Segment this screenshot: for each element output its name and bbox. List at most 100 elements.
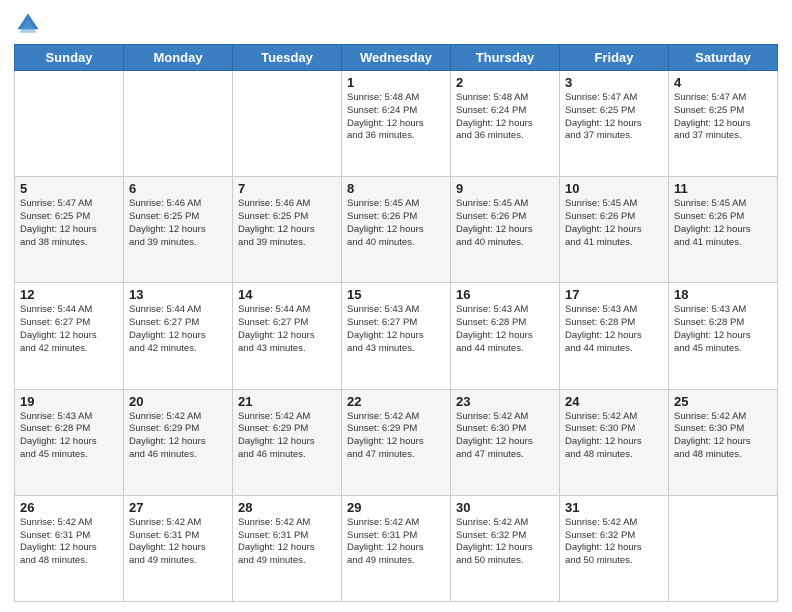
day-number: 20 — [129, 394, 227, 409]
day-info: Sunrise: 5:45 AM Sunset: 6:26 PM Dayligh… — [674, 198, 772, 249]
weekday-row: SundayMondayTuesdayWednesdayThursdayFrid… — [15, 45, 778, 71]
day-info: Sunrise: 5:42 AM Sunset: 6:29 PM Dayligh… — [129, 411, 227, 462]
day-info: Sunrise: 5:46 AM Sunset: 6:25 PM Dayligh… — [238, 198, 336, 249]
day-info: Sunrise: 5:43 AM Sunset: 6:28 PM Dayligh… — [456, 304, 554, 355]
week-row-1: 1Sunrise: 5:48 AM Sunset: 6:24 PM Daylig… — [15, 71, 778, 177]
day-info: Sunrise: 5:46 AM Sunset: 6:25 PM Dayligh… — [129, 198, 227, 249]
header — [14, 10, 778, 38]
day-number: 2 — [456, 75, 554, 90]
day-cell: 15Sunrise: 5:43 AM Sunset: 6:27 PM Dayli… — [342, 283, 451, 389]
day-cell: 4 Sunrise: 5:47 AM Sunset: 6:25 PM Daylig… — [669, 71, 778, 177]
day-cell: 11Sunrise: 5:45 AM Sunset: 6:26 PM Dayli… — [669, 177, 778, 283]
weekday-header-sunday: Sunday — [15, 45, 124, 71]
week-row-5: 26 Sunrise: 5:42 AM Sunset: 6:31 PM Dayli… — [15, 495, 778, 601]
day-cell — [15, 71, 124, 177]
day-number: 13 — [129, 287, 227, 302]
day-number: 6 — [129, 181, 227, 196]
day-info: Sunrise: 5:42 AM Sunset: 6:32 PM Dayligh… — [565, 517, 663, 568]
day-number: 9 — [456, 181, 554, 196]
weekday-header-wednesday: Wednesday — [342, 45, 451, 71]
day-info: Sunrise: 5:42 AM Sunset: 6:30 PM Dayligh… — [456, 411, 554, 462]
day-cell: 7 Sunrise: 5:46 AM Sunset: 6:25 PM Daylig… — [233, 177, 342, 283]
day-number: 23 — [456, 394, 554, 409]
day-info: Sunrise: 5:47 AM Sunset: 6:25 PM Dayligh… — [565, 92, 663, 143]
weekday-header-friday: Friday — [560, 45, 669, 71]
day-number: 30 — [456, 500, 554, 515]
calendar-body: 1Sunrise: 5:48 AM Sunset: 6:24 PM Daylig… — [15, 71, 778, 602]
day-info: Sunrise: 5:45 AM Sunset: 6:26 PM Dayligh… — [347, 198, 445, 249]
day-info: Sunrise: 5:47 AM Sunset: 6:25 PM Dayligh… — [674, 92, 772, 143]
day-cell: 23 Sunrise: 5:42 AM Sunset: 6:30 PM Dayli… — [451, 389, 560, 495]
day-number: 31 — [565, 500, 663, 515]
day-cell: 10Sunrise: 5:45 AM Sunset: 6:26 PM Dayli… — [560, 177, 669, 283]
day-number: 29 — [347, 500, 445, 515]
day-info: Sunrise: 5:42 AM Sunset: 6:30 PM Dayligh… — [674, 411, 772, 462]
day-cell: 30 Sunrise: 5:42 AM Sunset: 6:32 PM Dayli… — [451, 495, 560, 601]
day-cell: 12 Sunrise: 5:44 AM Sunset: 6:27 PM Dayli… — [15, 283, 124, 389]
day-cell: 8 Sunrise: 5:45 AM Sunset: 6:26 PM Daylig… — [342, 177, 451, 283]
week-row-4: 19 Sunrise: 5:43 AM Sunset: 6:28 PM Dayli… — [15, 389, 778, 495]
day-cell: 31 Sunrise: 5:42 AM Sunset: 6:32 PM Dayli… — [560, 495, 669, 601]
logo — [14, 10, 44, 38]
day-cell: 14 Sunrise: 5:44 AM Sunset: 6:27 PM Dayli… — [233, 283, 342, 389]
day-cell: 20 Sunrise: 5:42 AM Sunset: 6:29 PM Dayli… — [124, 389, 233, 495]
day-cell: 16 Sunrise: 5:43 AM Sunset: 6:28 PM Dayli… — [451, 283, 560, 389]
weekday-header-monday: Monday — [124, 45, 233, 71]
day-info: Sunrise: 5:47 AM Sunset: 6:25 PM Dayligh… — [20, 198, 118, 249]
day-number: 28 — [238, 500, 336, 515]
day-number: 7 — [238, 181, 336, 196]
day-cell: 24Sunrise: 5:42 AM Sunset: 6:30 PM Dayli… — [560, 389, 669, 495]
week-row-2: 5 Sunrise: 5:47 AM Sunset: 6:25 PM Daylig… — [15, 177, 778, 283]
day-info: Sunrise: 5:42 AM Sunset: 6:30 PM Dayligh… — [565, 411, 663, 462]
weekday-header-thursday: Thursday — [451, 45, 560, 71]
day-cell: 2 Sunrise: 5:48 AM Sunset: 6:24 PM Daylig… — [451, 71, 560, 177]
day-cell: 25Sunrise: 5:42 AM Sunset: 6:30 PM Dayli… — [669, 389, 778, 495]
day-cell — [124, 71, 233, 177]
day-cell — [669, 495, 778, 601]
day-info: Sunrise: 5:43 AM Sunset: 6:27 PM Dayligh… — [347, 304, 445, 355]
day-cell: 13 Sunrise: 5:44 AM Sunset: 6:27 PM Dayli… — [124, 283, 233, 389]
day-cell: 18 Sunrise: 5:43 AM Sunset: 6:28 PM Dayli… — [669, 283, 778, 389]
day-number: 4 — [674, 75, 772, 90]
day-info: Sunrise: 5:42 AM Sunset: 6:31 PM Dayligh… — [238, 517, 336, 568]
day-info: Sunrise: 5:44 AM Sunset: 6:27 PM Dayligh… — [129, 304, 227, 355]
calendar: SundayMondayTuesdayWednesdayThursdayFrid… — [14, 44, 778, 602]
day-cell: 6 Sunrise: 5:46 AM Sunset: 6:25 PM Daylig… — [124, 177, 233, 283]
day-number: 22 — [347, 394, 445, 409]
week-row-3: 12 Sunrise: 5:44 AM Sunset: 6:27 PM Dayli… — [15, 283, 778, 389]
day-number: 16 — [456, 287, 554, 302]
day-info: Sunrise: 5:42 AM Sunset: 6:29 PM Dayligh… — [347, 411, 445, 462]
day-cell: 3Sunrise: 5:47 AM Sunset: 6:25 PM Daylig… — [560, 71, 669, 177]
day-info: Sunrise: 5:43 AM Sunset: 6:28 PM Dayligh… — [674, 304, 772, 355]
day-cell: 21 Sunrise: 5:42 AM Sunset: 6:29 PM Dayli… — [233, 389, 342, 495]
day-cell: 17Sunrise: 5:43 AM Sunset: 6:28 PM Dayli… — [560, 283, 669, 389]
day-number: 14 — [238, 287, 336, 302]
day-cell: 29Sunrise: 5:42 AM Sunset: 6:31 PM Dayli… — [342, 495, 451, 601]
day-number: 5 — [20, 181, 118, 196]
day-cell: 1Sunrise: 5:48 AM Sunset: 6:24 PM Daylig… — [342, 71, 451, 177]
calendar-header: SundayMondayTuesdayWednesdayThursdayFrid… — [15, 45, 778, 71]
day-info: Sunrise: 5:45 AM Sunset: 6:26 PM Dayligh… — [456, 198, 554, 249]
day-number: 12 — [20, 287, 118, 302]
day-number: 18 — [674, 287, 772, 302]
day-info: Sunrise: 5:42 AM Sunset: 6:31 PM Dayligh… — [129, 517, 227, 568]
day-cell: 5 Sunrise: 5:47 AM Sunset: 6:25 PM Daylig… — [15, 177, 124, 283]
day-cell: 27Sunrise: 5:42 AM Sunset: 6:31 PM Dayli… — [124, 495, 233, 601]
day-number: 8 — [347, 181, 445, 196]
day-number: 10 — [565, 181, 663, 196]
day-cell: 19 Sunrise: 5:43 AM Sunset: 6:28 PM Dayli… — [15, 389, 124, 495]
page: SundayMondayTuesdayWednesdayThursdayFrid… — [0, 0, 792, 612]
day-number: 17 — [565, 287, 663, 302]
day-info: Sunrise: 5:42 AM Sunset: 6:32 PM Dayligh… — [456, 517, 554, 568]
day-info: Sunrise: 5:42 AM Sunset: 6:29 PM Dayligh… — [238, 411, 336, 462]
day-info: Sunrise: 5:44 AM Sunset: 6:27 PM Dayligh… — [20, 304, 118, 355]
day-info: Sunrise: 5:43 AM Sunset: 6:28 PM Dayligh… — [20, 411, 118, 462]
day-cell: 22 Sunrise: 5:42 AM Sunset: 6:29 PM Dayli… — [342, 389, 451, 495]
day-info: Sunrise: 5:44 AM Sunset: 6:27 PM Dayligh… — [238, 304, 336, 355]
day-number: 19 — [20, 394, 118, 409]
day-info: Sunrise: 5:42 AM Sunset: 6:31 PM Dayligh… — [20, 517, 118, 568]
logo-icon — [14, 10, 42, 38]
day-number: 21 — [238, 394, 336, 409]
day-info: Sunrise: 5:48 AM Sunset: 6:24 PM Dayligh… — [456, 92, 554, 143]
day-number: 26 — [20, 500, 118, 515]
